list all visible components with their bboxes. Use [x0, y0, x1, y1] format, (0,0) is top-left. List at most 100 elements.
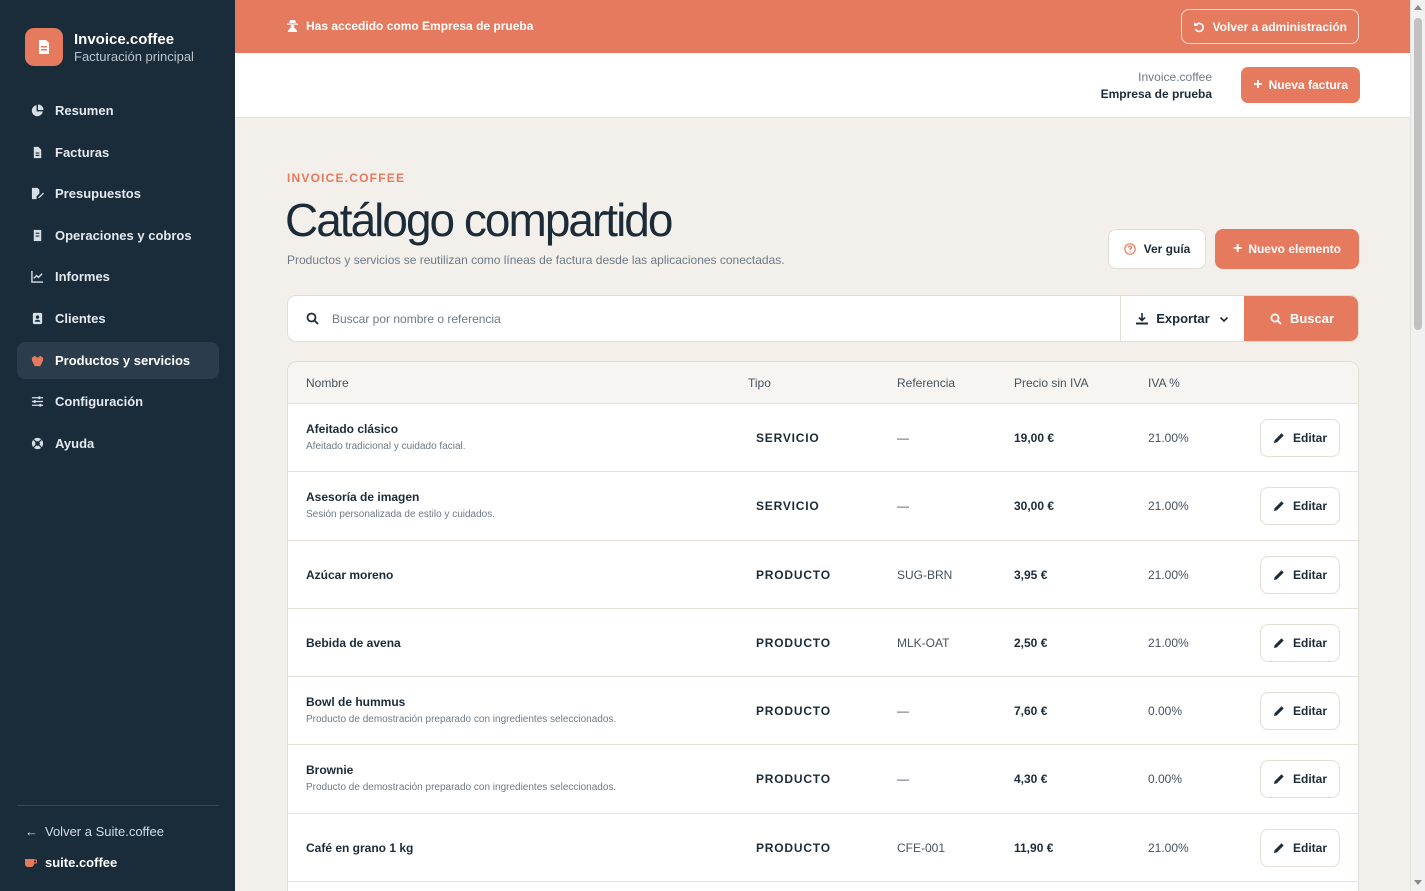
sidebar-item-label: Operaciones y cobros — [55, 227, 192, 243]
product-iva: 21.00% — [1148, 431, 1189, 445]
back-to-suite-link[interactable]: ← Volver a Suite.coffee — [25, 824, 164, 839]
product-price: 11,90 € — [1014, 840, 1054, 855]
product-price: 4,30 € — [1014, 772, 1048, 787]
page-scrollbar[interactable] — [1410, 0, 1425, 891]
table-header: Nombre Tipo Referencia Precio sin IVA IV… — [288, 362, 1358, 404]
product-name-cell: Brownie Producto de demostración preparad… — [306, 763, 616, 793]
product-name-cell: Café en grano 1 kg — [306, 841, 413, 855]
search-bar: Exportar Buscar — [287, 295, 1359, 342]
product-reference: MLK-OAT — [897, 635, 950, 650]
table-row: Brownie Producto de demostración preparad… — [288, 745, 1358, 814]
scroll-down-arrow-icon[interactable] — [1414, 880, 1422, 885]
table-row: Café en grano 1 kg PRODUCTO CFE-001 11,90 €… — [288, 814, 1358, 883]
edit-button-label: Editar — [1292, 772, 1327, 787]
product-name: Brownie — [306, 763, 354, 778]
column-header-name[interactable]: Nombre — [306, 376, 349, 390]
brand[interactable]: Invoice.coffee Facturación principal — [25, 28, 194, 66]
back-to-admin-button[interactable]: Volver a administración — [1180, 9, 1359, 44]
box-icon — [30, 353, 44, 367]
new-invoice-label: Nueva factura — [1268, 78, 1348, 92]
product-type: PRODUCTO — [756, 840, 831, 855]
table-body: Afeitado clásico Afeitado tradicional y c… — [288, 404, 1358, 883]
sidebar-item-facturas[interactable]: Facturas — [17, 134, 219, 171]
export-label: Exportar — [1156, 311, 1210, 326]
plus-icon: + — [1232, 240, 1243, 257]
arrow-left-icon: ← — [25, 824, 38, 839]
table-row: Azúcar moreno PRODUCTO SUG-BRN 3,95 € 21.00%… — [288, 541, 1358, 609]
edit-button[interactable]: Editar — [1260, 487, 1340, 526]
suite-brand[interactable]: suite.coffee — [25, 855, 117, 870]
product-name: Café en grano 1 kg — [306, 840, 414, 855]
product-iva: 21.00% — [1148, 499, 1189, 514]
sidebar-item-presupuestos[interactable]: Presupuestos — [17, 175, 219, 212]
new-invoice-button[interactable]: + Nueva factura — [1241, 67, 1360, 103]
edit-button[interactable]: Editar — [1260, 760, 1340, 799]
product-price: 19,00 € — [1014, 431, 1055, 445]
edit-button-label: Editar — [1292, 635, 1327, 650]
sidebar: Invoice.coffee Facturación principal Res… — [0, 0, 235, 891]
sidebar-item-operaciones[interactable]: Operaciones y cobros — [17, 217, 219, 254]
edit-button[interactable]: Editar — [1260, 623, 1340, 662]
product-name: Afeitado clásico — [306, 422, 399, 436]
chevron-down-icon — [1219, 316, 1228, 322]
column-header-type[interactable]: Tipo — [748, 376, 771, 390]
product-description: Sesión personalizada de estilo y cuidado… — [306, 509, 496, 521]
sidebar-item-configuracion[interactable]: Configuración — [17, 383, 219, 420]
search-button[interactable]: Buscar — [1244, 296, 1358, 341]
product-price: 7,60 € — [1014, 704, 1048, 719]
page-title: Catálogo compartido — [285, 194, 673, 246]
view-guide-label: Ver guía — [1143, 242, 1191, 256]
banner-message: Has accedido como Empresa de prueba — [306, 19, 534, 33]
pencil-icon — [1273, 706, 1284, 717]
view-guide-button[interactable]: Ver guía — [1108, 229, 1206, 269]
product-description: Afeitado tradicional y cuidado facial. — [306, 441, 466, 452]
search-input[interactable] — [332, 296, 1112, 341]
sidebar-item-ayuda[interactable]: Ayuda — [17, 425, 219, 462]
search-button-label: Buscar — [1289, 311, 1335, 326]
scroll-thumb[interactable] — [1414, 18, 1422, 330]
sidebar-item-label: Configuración — [55, 394, 144, 410]
pie-chart-icon — [30, 104, 44, 118]
sidebar-item-clientes[interactable]: Clientes — [17, 300, 219, 337]
export-dropdown[interactable]: Exportar — [1120, 296, 1244, 341]
question-circle-icon — [1123, 243, 1136, 255]
product-price: 3,95 € — [1014, 567, 1048, 582]
product-iva: 0.00% — [1148, 772, 1183, 787]
column-header-price[interactable]: Precio sin IVA — [1014, 376, 1088, 390]
pencil-icon — [1273, 843, 1284, 853]
column-header-ref[interactable]: Referencia — [897, 376, 955, 390]
edit-button[interactable]: Editar — [1260, 555, 1340, 594]
pencil-icon — [1273, 638, 1284, 648]
company-info: Invoice.coffee Empresa de prueba — [1101, 69, 1212, 103]
product-name: Azúcar moreno — [306, 567, 394, 582]
product-description: Producto de demostración preparado con i… — [306, 782, 617, 794]
invoice-logo-icon — [25, 28, 63, 66]
product-iva: 0.00% — [1148, 704, 1183, 719]
sidebar-item-informes[interactable]: Informes — [17, 258, 219, 295]
product-reference: — — [897, 499, 909, 514]
catalog-table: Nombre Tipo Referencia Precio sin IVA IV… — [287, 361, 1359, 891]
sidebar-item-label: Clientes — [55, 310, 106, 326]
table-row: Bowl de hummus Producto de demostración p… — [288, 677, 1358, 746]
product-name: Asesoría de imagen — [306, 490, 420, 505]
product-name: Bebida de avena — [306, 635, 401, 650]
pencil-icon — [1273, 569, 1284, 580]
column-header-iva[interactable]: IVA % — [1148, 376, 1180, 390]
edit-button-label: Editar — [1292, 499, 1327, 514]
file-signature-icon — [30, 187, 44, 201]
scroll-up-arrow-icon[interactable] — [1414, 5, 1422, 10]
product-iva: 21.00% — [1148, 635, 1189, 650]
product-name-cell: Afeitado clásico Afeitado tradicional y c… — [306, 422, 466, 452]
product-name-cell: Asesoría de imagen Sesión personalizada d… — [306, 490, 495, 520]
edit-button[interactable]: Editar — [1260, 828, 1340, 867]
sidebar-item-productos[interactable]: Productos y servicios — [17, 341, 219, 379]
table-row: Bebida de avena PRODUCTO MLK-OAT 2,50 € 21.0… — [288, 609, 1358, 678]
product-name-cell: Bowl de hummus Producto de demostración p… — [306, 695, 616, 725]
undo-icon — [1193, 21, 1204, 32]
company-name: Empresa de prueba — [1100, 87, 1212, 101]
edit-button[interactable]: Editar — [1260, 692, 1340, 731]
edit-button[interactable]: Editar — [1260, 419, 1340, 457]
sidebar-item-resumen[interactable]: Resumen — [17, 92, 219, 129]
company-app-name: Invoice.coffee — [1138, 70, 1212, 84]
new-element-button[interactable]: + Nuevo elemento — [1215, 229, 1359, 269]
